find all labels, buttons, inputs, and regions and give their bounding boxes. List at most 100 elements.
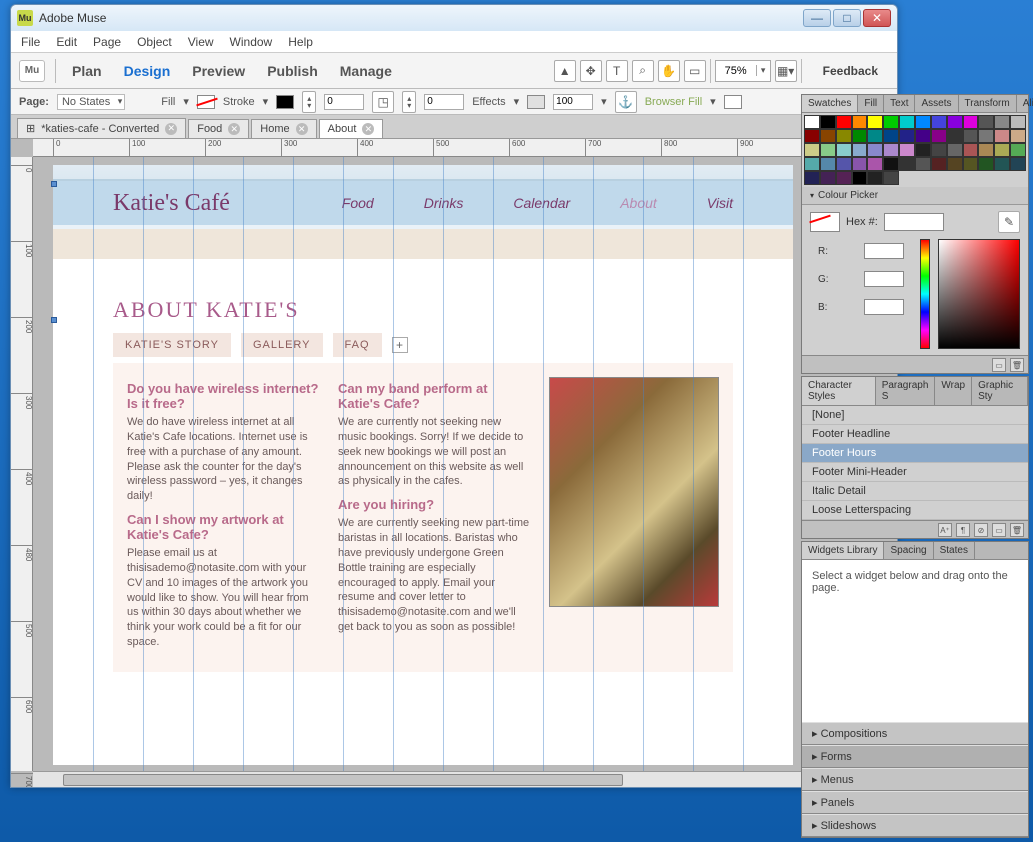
- widget-category[interactable]: ▸ Slideshows: [802, 814, 1028, 837]
- tab-para-styles[interactable]: Paragraph S: [876, 377, 936, 405]
- swatch[interactable]: [978, 143, 994, 157]
- style-clear-icon[interactable]: A⁺: [938, 523, 952, 537]
- tab-assets[interactable]: Assets: [915, 95, 958, 112]
- delete-swatch-icon[interactable]: 🗑: [1010, 358, 1024, 372]
- widget-category[interactable]: ▸ Forms: [802, 745, 1028, 768]
- widget-category[interactable]: ▸ Compositions: [802, 722, 1028, 745]
- swatch[interactable]: [1010, 115, 1026, 129]
- swatch[interactable]: [820, 143, 836, 157]
- swatch[interactable]: [852, 115, 868, 129]
- swatch[interactable]: [931, 129, 947, 143]
- menu-view[interactable]: View: [188, 35, 214, 49]
- nav-visit[interactable]: Visit: [707, 195, 733, 211]
- menu-edit[interactable]: Edit: [56, 35, 77, 49]
- swatch[interactable]: [899, 157, 915, 171]
- swatch[interactable]: [899, 129, 915, 143]
- horizontal-scrollbar[interactable]: [33, 771, 897, 787]
- swatch[interactable]: [804, 171, 820, 185]
- corners-icon[interactable]: ◳: [372, 91, 394, 113]
- tab-spacing[interactable]: Spacing: [884, 542, 933, 559]
- widget-category[interactable]: ▸ Panels: [802, 791, 1028, 814]
- style-item[interactable]: Footer Mini-Header: [802, 463, 1028, 482]
- swatch[interactable]: [883, 143, 899, 157]
- swatch[interactable]: [804, 157, 820, 171]
- swatch[interactable]: [1010, 157, 1026, 171]
- swatch[interactable]: [867, 157, 883, 171]
- corner-stepper[interactable]: ▴▾: [402, 91, 416, 113]
- swatch[interactable]: [994, 129, 1010, 143]
- swatch[interactable]: [1010, 143, 1026, 157]
- swatch[interactable]: [820, 157, 836, 171]
- corner-radius-input[interactable]: [424, 94, 464, 110]
- close-button[interactable]: ✕: [863, 9, 891, 27]
- tab-swatches[interactable]: Swatches: [802, 95, 858, 112]
- swatch[interactable]: [915, 129, 931, 143]
- style-delete-icon[interactable]: 🗑: [1010, 523, 1024, 537]
- swatch[interactable]: [963, 157, 979, 171]
- tab-fill[interactable]: Fill: [858, 95, 884, 112]
- tab-wrap[interactable]: Wrap: [935, 377, 972, 405]
- menu-page[interactable]: Page: [93, 35, 121, 49]
- swatch[interactable]: [994, 115, 1010, 129]
- mode-plan[interactable]: Plan: [66, 59, 108, 83]
- swatch[interactable]: [867, 129, 883, 143]
- swatch[interactable]: [899, 115, 915, 129]
- menu-file[interactable]: File: [21, 35, 40, 49]
- design-page[interactable]: Katie's Café Food Drinks Calendar About …: [53, 165, 793, 765]
- close-tab-icon[interactable]: ✕: [362, 123, 374, 135]
- minimize-button[interactable]: —: [803, 9, 831, 27]
- anchor-icon[interactable]: ⚓: [615, 91, 637, 113]
- swatch[interactable]: [867, 171, 883, 185]
- close-tab-icon[interactable]: ✕: [228, 123, 240, 135]
- opacity-input[interactable]: [553, 94, 593, 110]
- swatch[interactable]: [947, 143, 963, 157]
- fill-swatch[interactable]: [197, 95, 215, 109]
- style-item[interactable]: Italic Detail: [802, 482, 1028, 501]
- mode-manage[interactable]: Manage: [334, 59, 398, 83]
- hand-tool[interactable]: ✋: [658, 60, 680, 82]
- swatch[interactable]: [963, 143, 979, 157]
- doctab-katies-cafe[interactable]: ⊞ *katies-cafe - Converted✕: [17, 118, 186, 138]
- style-item[interactable]: Footer Hours: [802, 444, 1028, 463]
- stroke-stepper[interactable]: ▴▾: [302, 91, 316, 113]
- swatch[interactable]: [804, 115, 820, 129]
- swatch[interactable]: [867, 143, 883, 157]
- nav-calendar[interactable]: Calendar: [513, 195, 570, 211]
- swatch[interactable]: [836, 143, 852, 157]
- swatch-grid[interactable]: [802, 113, 1028, 187]
- mode-design[interactable]: Design: [118, 59, 177, 83]
- swatch[interactable]: [1010, 129, 1026, 143]
- menu-help[interactable]: Help: [288, 35, 313, 49]
- tab-text[interactable]: Text: [884, 95, 915, 112]
- swatch[interactable]: [804, 129, 820, 143]
- b-input[interactable]: [864, 299, 904, 315]
- swatch[interactable]: [804, 143, 820, 157]
- maximize-button[interactable]: □: [833, 9, 861, 27]
- swatch[interactable]: [883, 171, 899, 185]
- swatch[interactable]: [994, 143, 1010, 157]
- swatch[interactable]: [836, 157, 852, 171]
- new-swatch-icon[interactable]: ▭: [992, 358, 1006, 372]
- tab-transform[interactable]: Transform: [959, 95, 1017, 112]
- swatch[interactable]: [852, 171, 868, 185]
- zoom-dropdown[interactable]: ▾: [715, 60, 771, 82]
- mode-preview[interactable]: Preview: [186, 59, 251, 83]
- tab-widgets[interactable]: Widgets Library: [802, 542, 884, 559]
- nav-about[interactable]: About: [620, 195, 657, 211]
- tab-story[interactable]: KATIE'S STORY: [113, 333, 231, 357]
- swatch[interactable]: [836, 129, 852, 143]
- menu-window[interactable]: Window: [230, 35, 273, 49]
- swatch[interactable]: [994, 157, 1010, 171]
- swatch[interactable]: [931, 115, 947, 129]
- swatch[interactable]: [820, 115, 836, 129]
- tab-char-styles[interactable]: Character Styles: [802, 377, 876, 405]
- swatch[interactable]: [915, 143, 931, 157]
- swatch[interactable]: [947, 157, 963, 171]
- colour-picker-header[interactable]: Colour Picker: [802, 187, 1028, 205]
- style-redefine-icon[interactable]: ¶: [956, 523, 970, 537]
- r-input[interactable]: [864, 243, 904, 259]
- swatch[interactable]: [915, 157, 931, 171]
- saturation-box[interactable]: [938, 239, 1020, 349]
- close-tab-icon[interactable]: ✕: [165, 123, 177, 135]
- page-states-dropdown[interactable]: No States: [57, 94, 125, 110]
